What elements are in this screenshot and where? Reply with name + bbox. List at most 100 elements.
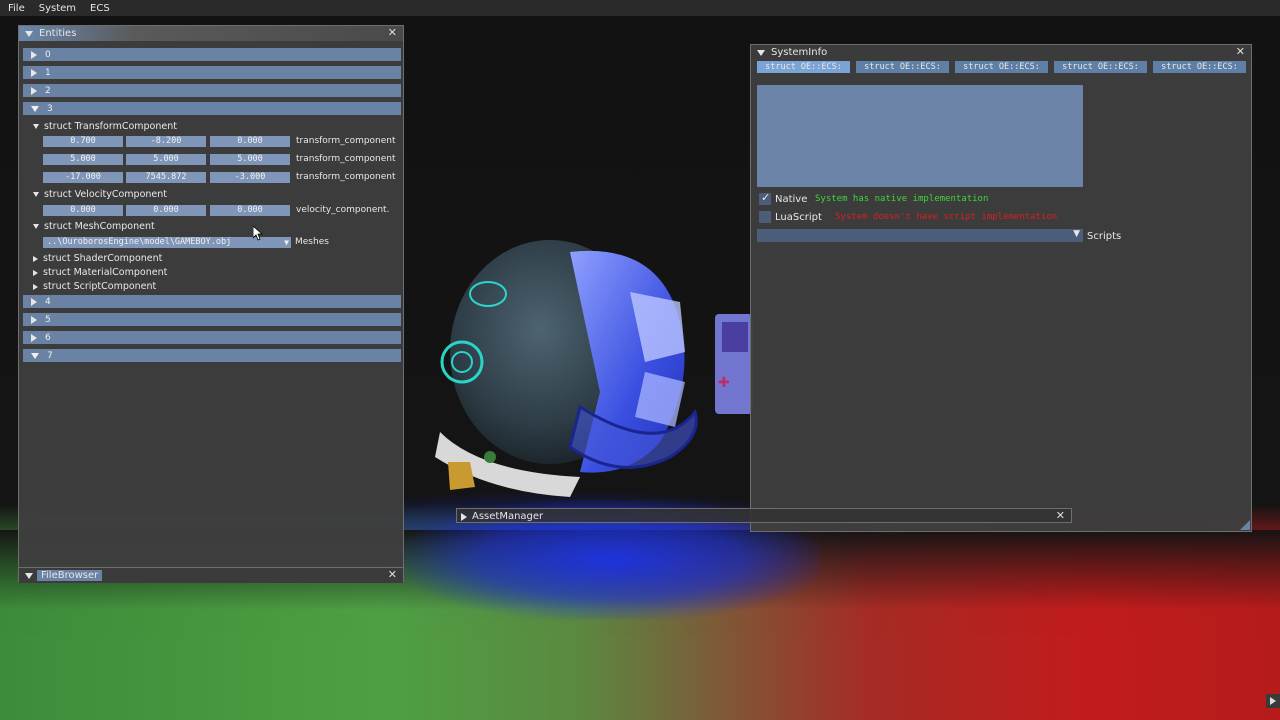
entity-row-6[interactable]: 6 [23, 331, 401, 344]
native-status-text: System has native implementation [815, 194, 989, 204]
native-label: Native [775, 194, 808, 205]
collapse-icon[interactable] [25, 572, 33, 579]
transform-rotation-x[interactable]: -17.000 [43, 172, 123, 183]
expand-icon [33, 283, 38, 290]
transform-position-y[interactable]: -8.200 [126, 136, 206, 147]
menu-file[interactable]: File [0, 3, 31, 14]
entity-label: 7 [47, 350, 53, 361]
entity-label: 6 [45, 332, 51, 343]
velocity-z[interactable]: 0.000 [210, 205, 290, 216]
close-icon[interactable]: ✕ [1056, 509, 1065, 522]
entity-row-2[interactable]: 2 [23, 84, 401, 97]
menu-system[interactable]: System [31, 3, 82, 14]
close-icon[interactable]: ✕ [388, 26, 397, 39]
assetmanager-titlebar[interactable]: AssetManager ✕ [457, 509, 1071, 524]
transform-scale-z[interactable]: 5.000 [210, 154, 290, 165]
transform-position-x[interactable]: 0.700 [43, 136, 123, 147]
svg-text:✚: ✚ [718, 375, 730, 391]
transform-scale-y[interactable]: 5.000 [126, 154, 206, 165]
collapse-icon[interactable] [757, 49, 765, 56]
transform-component-header[interactable]: struct TransformComponent [33, 121, 177, 132]
menu-ecs[interactable]: ECS [82, 3, 116, 14]
entity-row-5[interactable]: 5 [23, 313, 401, 326]
expand-icon [31, 68, 37, 77]
filebrowser-window: FileBrowser ✕ [18, 567, 404, 583]
play-icon[interactable] [1266, 694, 1280, 708]
scripts-select[interactable]: ▼ [757, 229, 1083, 242]
system-preview-area [757, 85, 1083, 187]
material-component-header[interactable]: struct MaterialComponent [33, 267, 167, 278]
mesh-component-header[interactable]: struct MeshComponent [33, 221, 155, 232]
component-title: struct MeshComponent [44, 221, 155, 232]
transform-row-label: transform_component [296, 172, 396, 182]
system-tab-0[interactable]: struct OE::ECS: [757, 61, 850, 73]
close-icon[interactable]: ✕ [388, 568, 397, 581]
transform-row-label: transform_component [296, 136, 396, 146]
expand-icon [31, 315, 37, 324]
velocity-component-header[interactable]: struct VelocityComponent [33, 189, 167, 200]
transform-rotation-y[interactable]: 7545.872 [126, 172, 206, 183]
entity-label: 3 [47, 103, 53, 114]
entities-titlebar[interactable]: Entities ✕ [19, 26, 403, 41]
expand-icon [31, 86, 37, 95]
system-tab-4[interactable]: struct OE::ECS: [1153, 61, 1246, 73]
transform-position-z[interactable]: 0.000 [210, 136, 290, 147]
component-title: struct ScriptComponent [43, 281, 157, 292]
filebrowser-titlebar[interactable]: FileBrowser ✕ [19, 568, 403, 583]
main-menu-bar: File System ECS [0, 0, 1280, 16]
entity-row-7[interactable]: 7 [23, 349, 401, 362]
collapse-icon [31, 352, 39, 359]
entity-label: 4 [45, 296, 51, 307]
entities-window: Entities ✕ 0 1 2 3 struct TransformCompo… [18, 25, 404, 568]
luascript-label: LuaScript [775, 212, 822, 223]
shader-component-header[interactable]: struct ShaderComponent [33, 253, 162, 264]
transform-rotation-z[interactable]: -3.000 [210, 172, 290, 183]
resize-grip-icon[interactable] [1240, 520, 1250, 530]
entity-label: 1 [45, 67, 51, 78]
transform-row-label: transform_component [296, 154, 396, 164]
luascript-status-text: System doesn't have script implementatio… [835, 212, 1058, 222]
expand-icon [33, 269, 38, 276]
mesh-path: ..\OuroborosEngine\model\GAMEBOY.obj [47, 237, 232, 247]
entity-row-0[interactable]: 0 [23, 48, 401, 61]
system-tab-3[interactable]: struct OE::ECS: [1054, 61, 1147, 73]
native-checkbox[interactable] [759, 191, 771, 205]
mouse-cursor-icon [253, 226, 263, 241]
mesh-row-label: Meshes [295, 237, 329, 247]
expand-icon [33, 255, 38, 262]
assetmanager-window: AssetManager ✕ [456, 508, 1072, 523]
entity-label: 2 [45, 85, 51, 96]
expand-icon [31, 297, 37, 306]
transform-scale-x[interactable]: 5.000 [43, 154, 123, 165]
collapse-icon [33, 192, 39, 197]
velocity-y[interactable]: 0.000 [126, 205, 206, 216]
luascript-checkbox[interactable] [759, 211, 771, 223]
velocity-row-label: velocity_component. [296, 205, 390, 215]
expand-icon [31, 333, 37, 342]
chevron-down-icon: ▼ [1073, 229, 1080, 239]
collapse-icon [33, 124, 39, 129]
script-component-header[interactable]: struct ScriptComponent [33, 281, 156, 292]
expand-icon[interactable] [461, 512, 467, 521]
assetmanager-title: AssetManager [472, 511, 544, 522]
component-title: struct VelocityComponent [44, 189, 167, 200]
filebrowser-title: FileBrowser [37, 570, 103, 581]
expand-icon [31, 50, 37, 59]
entity-row-4[interactable]: 4 [23, 295, 401, 308]
collapse-icon [31, 105, 39, 112]
scripts-label: Scripts [1087, 231, 1122, 242]
helmet-model[interactable]: ✚ [430, 232, 760, 502]
entity-row-1[interactable]: 1 [23, 66, 401, 79]
close-icon[interactable]: ✕ [1236, 45, 1245, 58]
entity-row-3[interactable]: 3 [23, 102, 401, 115]
collapse-icon [33, 224, 39, 229]
system-tab-2[interactable]: struct OE::ECS: [955, 61, 1048, 73]
systeminfo-titlebar[interactable]: SystemInfo ✕ [751, 45, 1251, 60]
component-title: struct TransformComponent [44, 121, 177, 132]
collapse-icon[interactable] [25, 30, 33, 37]
system-tab-1[interactable]: struct OE::ECS: [856, 61, 949, 73]
systeminfo-window: SystemInfo ✕ struct OE::ECS: struct OE::… [750, 44, 1252, 532]
velocity-x[interactable]: 0.000 [43, 205, 123, 216]
systeminfo-title: SystemInfo [771, 47, 828, 58]
chevron-down-icon: ▼ [284, 238, 289, 247]
